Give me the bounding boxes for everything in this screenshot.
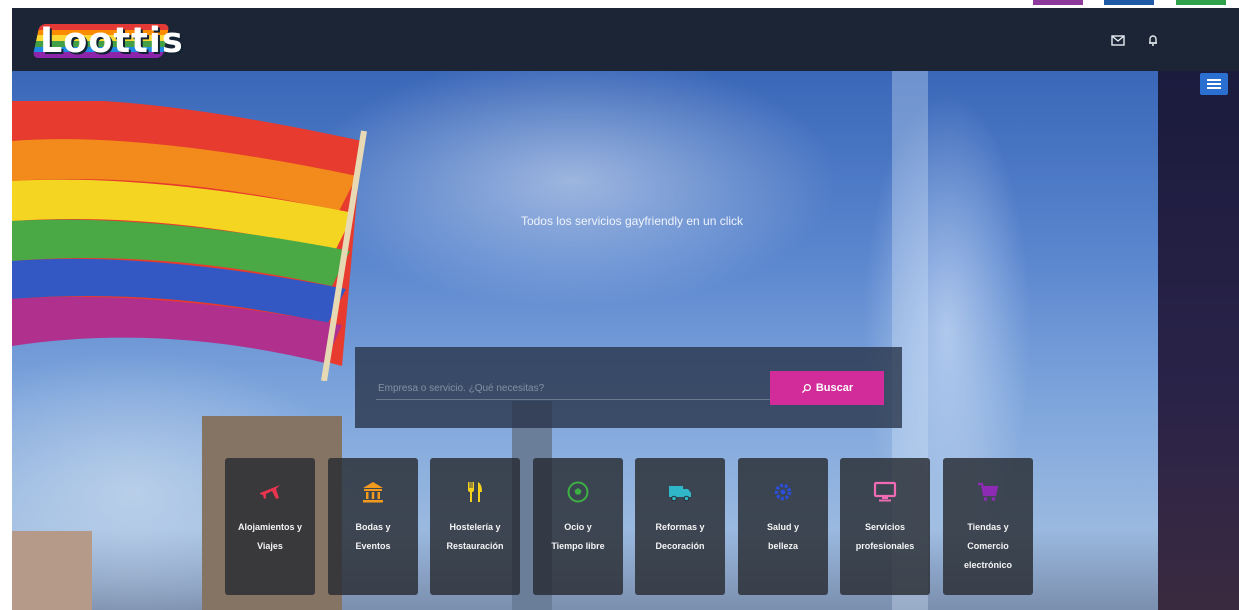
hero-banner: Todos los servicios gayfriendly en un cl… [12, 71, 1239, 610]
building-far-left [12, 531, 92, 610]
top-swatch-purple [1033, 0, 1083, 5]
navbar: Loottis [12, 8, 1239, 71]
truck-icon [668, 480, 692, 504]
category-hosteleria[interactable]: Hostelería y Restauración [430, 458, 520, 595]
category-label: Reformas y Decoración [655, 522, 705, 551]
logo-text: Loottis [40, 21, 184, 61]
hero-dark-edge [1158, 71, 1239, 610]
gear-icon [771, 480, 795, 504]
category-salud[interactable]: Salud y belleza [738, 458, 828, 595]
monitor-icon [873, 480, 897, 504]
airplane-icon [258, 480, 282, 504]
cart-icon [976, 480, 1000, 504]
top-strip [0, 0, 1239, 8]
page-frame: Loottis Todos los servicios gayfriendly … [12, 8, 1239, 610]
soccer-ball-icon [566, 480, 590, 504]
search-button-label: Buscar [815, 382, 854, 394]
search-input[interactable] [376, 377, 772, 400]
top-swatch-green [1176, 0, 1226, 5]
category-label: Hostelería y Restauración [446, 522, 504, 551]
temple-icon [361, 480, 385, 504]
rainbow-flag-image [12, 101, 367, 381]
search-panel: Buscar [355, 347, 902, 428]
category-label: Alojamientos y Viajes [237, 522, 302, 551]
category-servicios[interactable]: Servicios profesionales [840, 458, 930, 595]
category-alojamientos[interactable]: Alojamientos y Viajes [225, 458, 315, 595]
top-swatch-blue [1104, 0, 1154, 5]
category-label: Servicios profesionales [855, 522, 915, 551]
category-label: Bodas y Eventos [355, 522, 391, 551]
category-label: Tiendas y Comercio electrónico [963, 522, 1012, 570]
hero-tagline: Todos los servicios gayfriendly en un cl… [520, 214, 744, 228]
mail-icon[interactable] [1110, 32, 1126, 48]
cutlery-icon [463, 480, 487, 504]
bell-icon[interactable] [1145, 32, 1161, 48]
category-grid: Alojamientos y Viajes Bodas y Eventos Host… [225, 458, 1045, 598]
hamburger-menu-icon[interactable] [1200, 73, 1228, 95]
category-ocio[interactable]: Ocio y Tiempo libre [533, 458, 623, 595]
category-reformas[interactable]: Reformas y Decoración [635, 458, 725, 595]
search-icon [801, 383, 811, 393]
category-label: Ocio y Tiempo libre [551, 522, 605, 551]
category-tiendas[interactable]: Tiendas y Comercio electrónico [943, 458, 1033, 595]
search-button[interactable]: Buscar [770, 371, 884, 405]
logo[interactable]: Loottis [30, 14, 183, 66]
category-bodas[interactable]: Bodas y Eventos [328, 458, 418, 595]
category-label: Salud y belleza [766, 522, 799, 551]
